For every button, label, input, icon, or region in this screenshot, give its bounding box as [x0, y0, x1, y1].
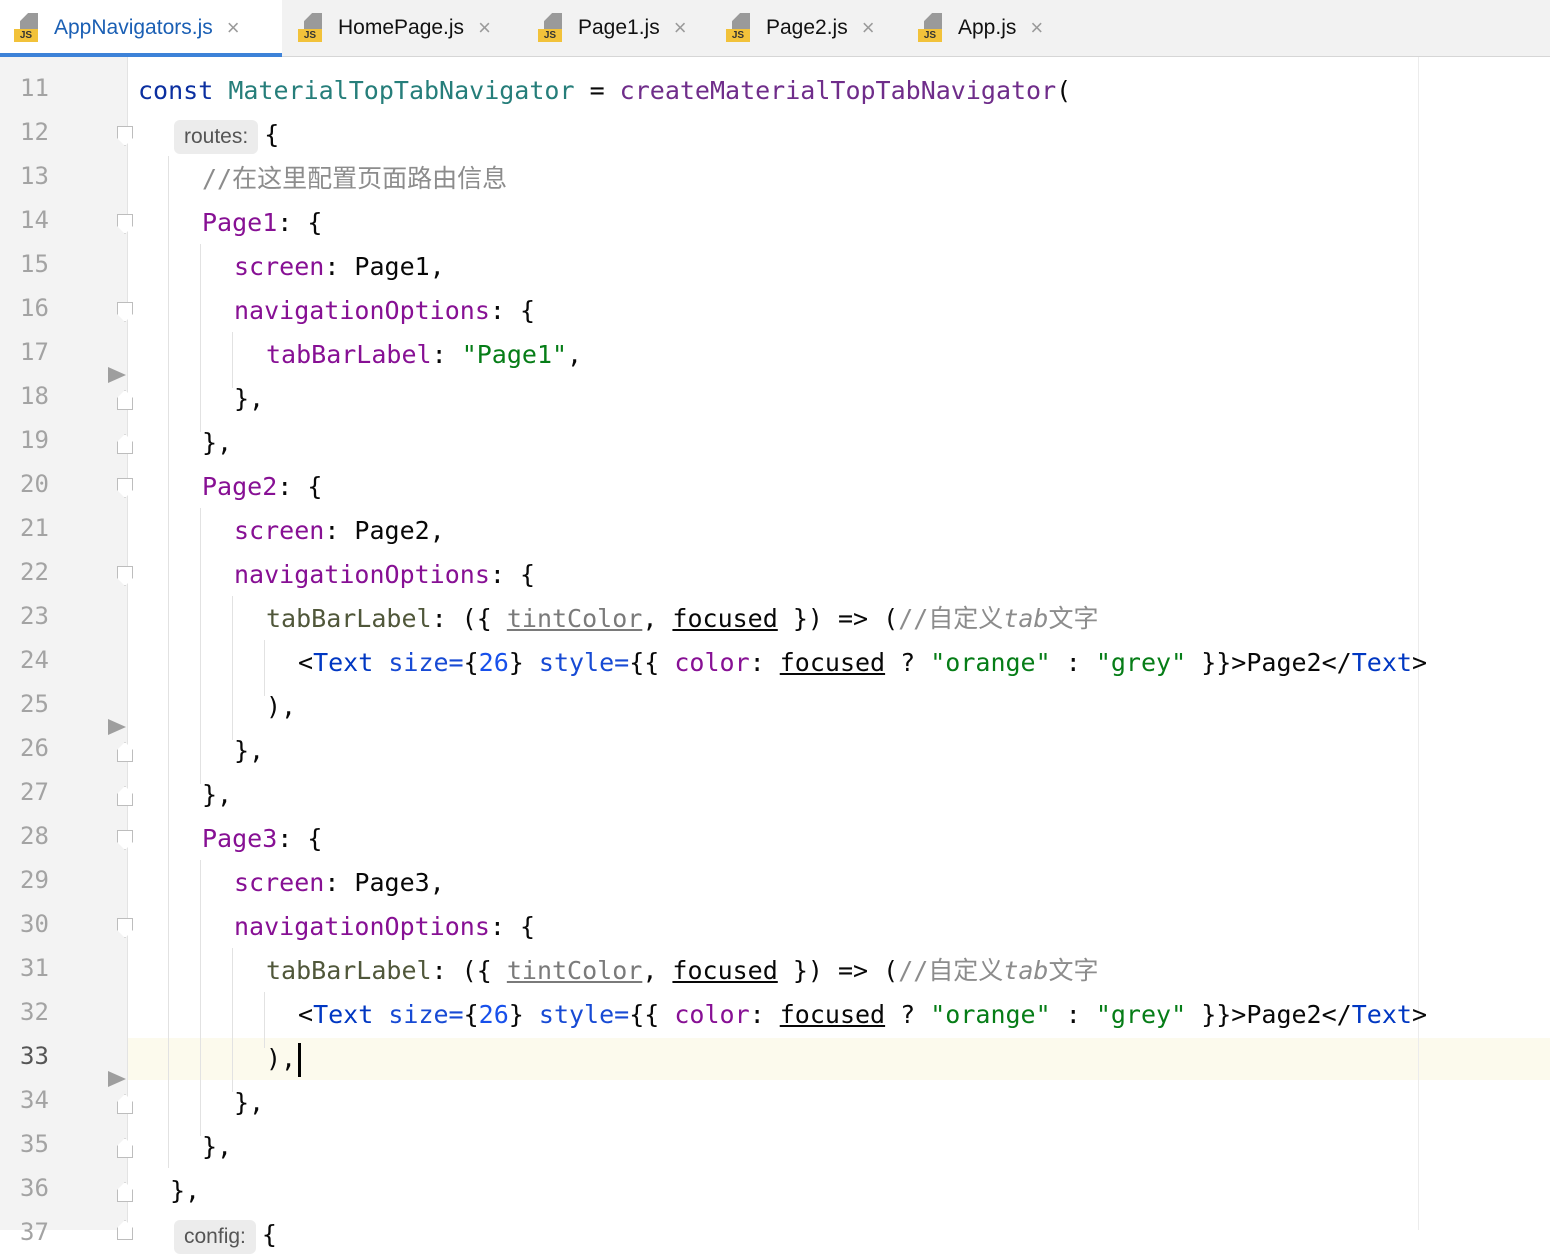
line-number: 15	[20, 250, 49, 278]
line-number: 11	[20, 74, 49, 102]
code-line-23[interactable]: tabBarLabel: ({ tintColor, focused }) =>…	[266, 597, 1098, 641]
line-number: 28	[20, 822, 49, 850]
line-number: 21	[20, 514, 49, 542]
code-line-11[interactable]: const MaterialTopTabNavigator = createMa…	[138, 69, 1071, 113]
line-number: 18	[20, 382, 49, 410]
text-caret	[298, 1043, 302, 1077]
line-number: 33	[20, 1042, 49, 1070]
indent-guide	[264, 992, 265, 1048]
close-icon[interactable]: ×	[674, 17, 687, 39]
indent-guide	[232, 948, 233, 1092]
code-line-17[interactable]: tabBarLabel: "Page1",	[266, 333, 582, 377]
line-number: 20	[20, 470, 49, 498]
js-file-icon: JS	[14, 13, 42, 43]
code-line-36[interactable]: },	[170, 1169, 200, 1213]
line-number: 32	[20, 998, 49, 1026]
folded-region-arrow-icon[interactable]	[108, 367, 126, 383]
parameter-hint: config:	[174, 1220, 256, 1254]
line-number: 22	[20, 558, 49, 586]
line-number: 16	[20, 294, 49, 322]
indent-guide	[200, 508, 201, 784]
line-number: 14	[20, 206, 49, 234]
code-line-37[interactable]: config:{	[174, 1213, 277, 1257]
code-line-24[interactable]: <Text size={26} style={{ color: focused …	[298, 641, 1427, 685]
code-line-33[interactable]: ),	[266, 1037, 302, 1081]
line-number: 25	[20, 690, 49, 718]
code-line-18[interactable]: },	[234, 377, 264, 421]
indent-guide	[264, 640, 265, 696]
tab-label: AppNavigators.js	[54, 16, 213, 39]
indent-guide	[168, 156, 169, 1168]
js-file-icon: JS	[726, 13, 754, 43]
line-number: 30	[20, 910, 49, 938]
line-number: 13	[20, 162, 49, 190]
line-number: 35	[20, 1130, 49, 1158]
line-number: 31	[20, 954, 49, 982]
current-line-highlight	[128, 1038, 1550, 1080]
code-line-32[interactable]: <Text size={26} style={{ color: focused …	[298, 993, 1427, 1037]
js-file-icon: JS	[918, 13, 946, 43]
code-line-14[interactable]: Page1: {	[202, 201, 322, 245]
line-number: 36	[20, 1174, 49, 1202]
code-line-27[interactable]: },	[202, 773, 232, 817]
line-number: 37	[20, 1218, 49, 1246]
indent-guide	[232, 332, 233, 388]
parameter-hint: routes:	[174, 120, 259, 154]
js-file-icon: JS	[538, 13, 566, 43]
close-icon[interactable]: ×	[478, 17, 491, 39]
code-line-12[interactable]: routes:{	[174, 113, 279, 157]
tab-page1[interactable]: JS Page1.js ×	[538, 0, 687, 56]
line-number: 29	[20, 866, 49, 894]
js-file-icon: JS	[298, 13, 326, 43]
tab-label: HomePage.js	[338, 16, 465, 39]
line-number: 17	[20, 338, 49, 366]
indent-guide	[200, 860, 201, 1136]
close-icon[interactable]: ×	[227, 17, 240, 39]
tab-appnavigators[interactable]: JS AppNavigators.js ×	[0, 0, 282, 57]
code-line-29[interactable]: screen: Page3,	[234, 861, 445, 905]
code-line-20[interactable]: Page2: {	[202, 465, 322, 509]
code-line-34[interactable]: },	[234, 1081, 264, 1125]
code-line-16[interactable]: navigationOptions: {	[234, 289, 535, 333]
tab-app[interactable]: JS App.js ×	[918, 0, 1043, 56]
editor-tab-bar: JS AppNavigators.js × JS HomePage.js × J…	[0, 0, 1550, 57]
code-line-31[interactable]: tabBarLabel: ({ tintColor, focused }) =>…	[266, 949, 1098, 993]
code-line-35[interactable]: },	[202, 1125, 232, 1169]
tab-label: App.js	[958, 16, 1017, 39]
line-number: 12	[20, 118, 49, 146]
tab-label: Page2.js	[766, 16, 848, 39]
indent-guide	[200, 244, 201, 432]
code-line-13[interactable]: //在这里配置页面路由信息	[202, 157, 507, 201]
tab-label: Page1.js	[578, 16, 660, 39]
folded-region-arrow-icon[interactable]	[108, 1071, 126, 1087]
tab-page2[interactable]: JS Page2.js ×	[726, 0, 875, 56]
line-number: 23	[20, 602, 49, 630]
code-line-21[interactable]: screen: Page2,	[234, 509, 445, 553]
code-line-22[interactable]: navigationOptions: {	[234, 553, 535, 597]
indent-guide	[232, 596, 233, 740]
folded-region-arrow-icon[interactable]	[108, 719, 126, 735]
line-number: 26	[20, 734, 49, 762]
line-number: 24	[20, 646, 49, 674]
code-line-30[interactable]: navigationOptions: {	[234, 905, 535, 949]
close-icon[interactable]: ×	[862, 17, 875, 39]
code-line-25[interactable]: ),	[266, 685, 296, 729]
code-line-26[interactable]: },	[234, 729, 264, 773]
code-line-15[interactable]: screen: Page1,	[234, 245, 445, 289]
line-number: 27	[20, 778, 49, 806]
close-icon[interactable]: ×	[1030, 17, 1043, 39]
line-number: 34	[20, 1086, 49, 1114]
code-line-28[interactable]: Page3: {	[202, 817, 322, 861]
code-line-19[interactable]: },	[202, 421, 232, 465]
line-number: 19	[20, 426, 49, 454]
tab-homepage[interactable]: JS HomePage.js ×	[298, 0, 491, 56]
